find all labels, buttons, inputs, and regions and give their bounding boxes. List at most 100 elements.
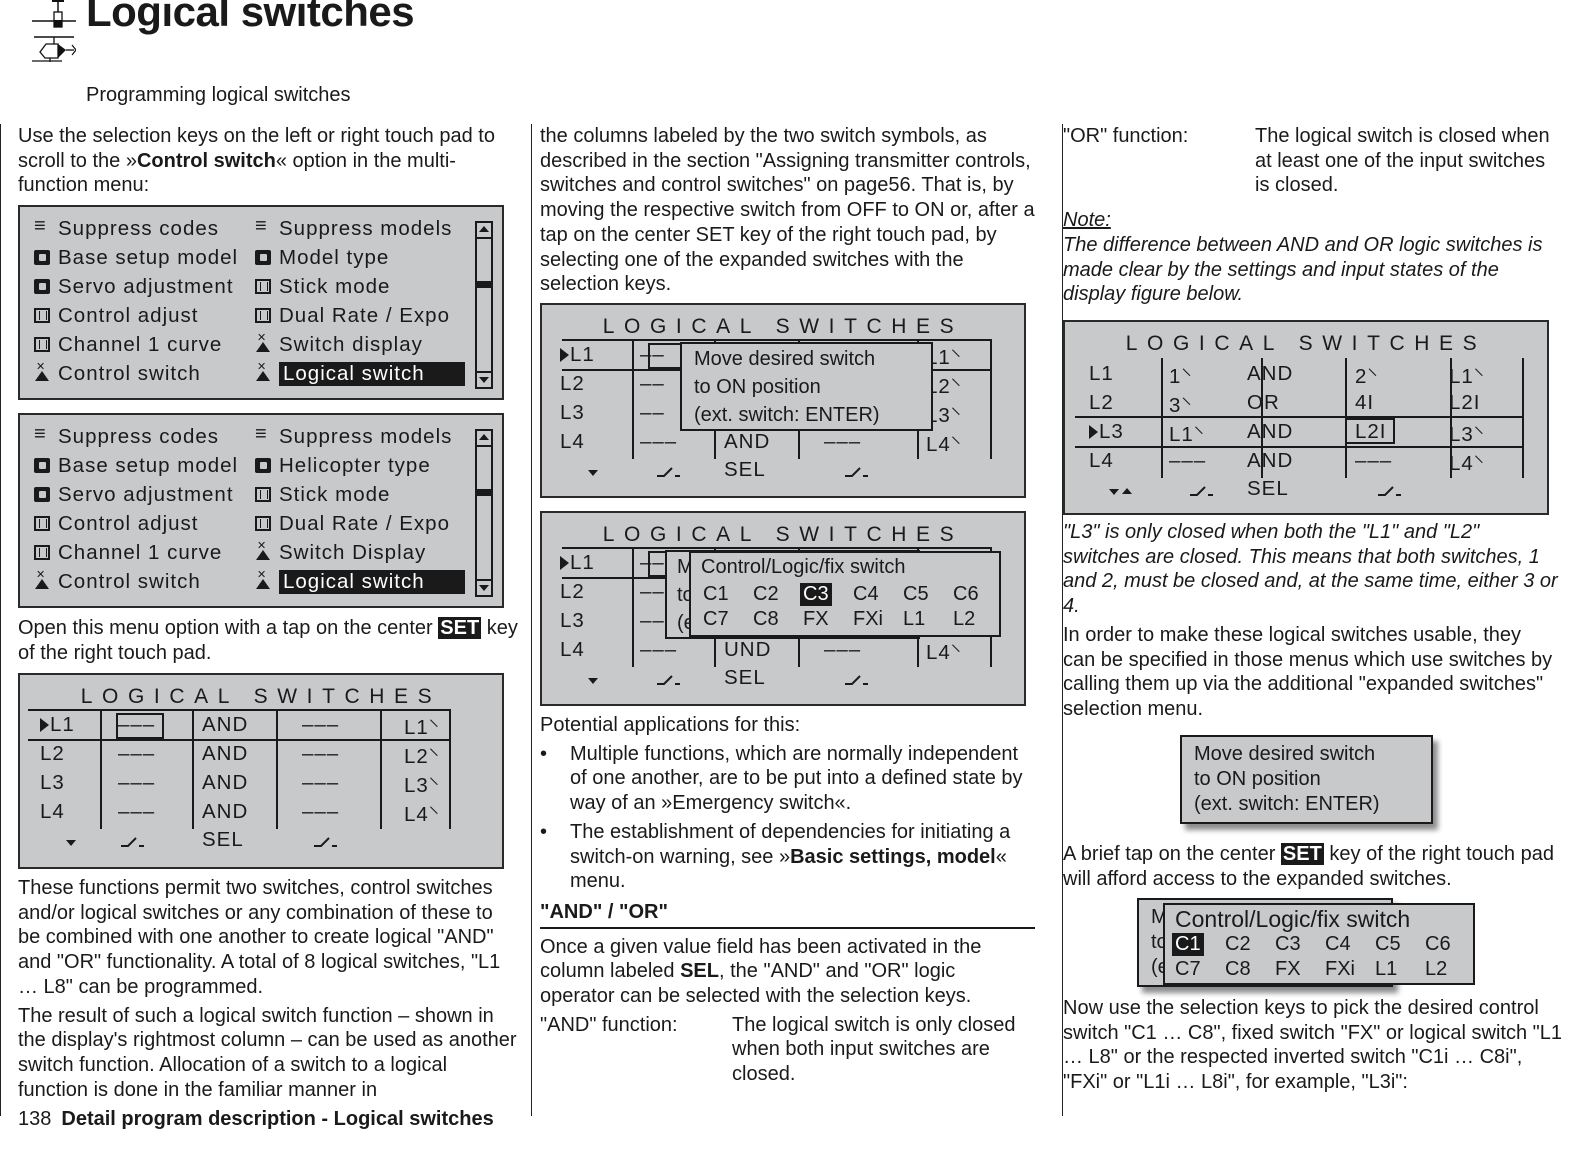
menu-item-model-type[interactable]: Model type [255,246,389,270]
switch-option-c6[interactable]: C6 [953,583,979,606]
logical-switch-row[interactable]: L4 ––– UND ––– L4⸌ [542,638,1024,667]
switch-option-c7[interactable]: C7 [1175,958,1201,981]
input-switch-1[interactable]: –– [640,609,665,633]
switch-option-c1[interactable]: C1 [703,583,729,606]
switch-option-l1[interactable]: L1 [1375,958,1397,981]
menu-item-control-adjust[interactable]: Control adjust [34,512,198,536]
menu-item-suppress-models[interactable]: Suppress models [255,215,452,241]
logical-switch-row[interactable]: L4 ––– AND ––– L4⸌ [1065,449,1547,478]
input-switch-1[interactable]: –– [640,401,665,425]
page-down-arrow-icon[interactable] [66,840,76,846]
menu-item-stick-mode[interactable]: Stick mode [255,275,390,299]
input-switch-1[interactable]: 3⸌ [1169,391,1193,419]
switch-option-c6[interactable]: C6 [1425,933,1451,956]
switch-option-fxi[interactable]: FXi [1325,958,1355,981]
switch-option-c5[interactable]: C5 [1375,933,1401,956]
page-down-arrow-icon[interactable] [588,470,598,476]
operator-value[interactable]: AND [202,800,248,824]
menu-item-control-adjust[interactable]: Control adjust [34,304,198,328]
menu-item-logical-switch[interactable]: Logical switch [255,568,465,594]
switch-option-c8[interactable]: C8 [753,608,779,631]
operator-value[interactable]: AND [724,430,770,454]
input-switch-1[interactable]: ––– [118,800,155,824]
operator-value[interactable]: AND [202,771,248,795]
sel-label[interactable]: SEL [1247,477,1289,501]
switch-option-c1[interactable]: C1 [1172,933,1204,956]
switch-option-fx[interactable]: FX [803,608,829,631]
menu-item-helicopter-type[interactable]: Helicopter type [255,454,431,478]
input-switch-1[interactable]: –– [640,580,665,604]
input-switch-2[interactable]: ––– [824,430,861,454]
switch-option-fx[interactable]: FX [1275,958,1301,981]
output-switch[interactable]: L4⸌ [404,800,440,828]
operator-value[interactable]: AND [1247,362,1293,386]
input-switch-1[interactable]: ––– [640,638,677,662]
switch-option-c5[interactable]: C5 [903,583,929,606]
output-switch[interactable]: L4⸌ [1449,449,1485,477]
input-switch-1[interactable]: –– [640,372,665,396]
switch-option-c2[interactable]: C2 [1225,933,1251,956]
scroll-down-arrow-icon[interactable] [477,579,491,595]
logical-switch-row[interactable]: L3 ––– AND ––– L3⸌ [20,771,502,800]
menu-item-dual-rate-expo[interactable]: Dual Rate / Expo [255,512,450,536]
operator-value[interactable]: UND [724,638,771,662]
input-switch-2[interactable]: ––– [302,742,339,766]
sel-label[interactable]: SEL [724,666,766,690]
scroll-thumb[interactable] [477,489,491,496]
menu-item-switch-display[interactable]: Switch display [255,331,423,357]
output-switch[interactable]: L3⸌ [404,771,440,799]
switch-option-fxi[interactable]: FXi [853,608,883,631]
output-switch[interactable]: L1⸌ [1449,362,1485,390]
operator-value[interactable]: OR [1247,391,1280,415]
output-switch[interactable]: L4⸌ [926,638,962,666]
logical-switch-row[interactable]: L1 ––– AND ––– L1⸌ [20,713,502,742]
menu-item-stick-mode[interactable]: Stick mode [255,483,390,507]
scrollbar[interactable] [475,429,493,597]
logical-switch-row[interactable]: L4 ––– AND ––– L4⸌ [20,800,502,829]
output-switch[interactable]: L2⸌ [404,742,440,770]
input-switch-2[interactable]: 2⸌ [1355,362,1379,390]
scroll-thumb[interactable] [477,281,491,288]
input-switch-1[interactable]: ––– [1169,449,1206,473]
logical-switch-row[interactable]: L1 1⸌ AND 2⸌ L1⸌ [1065,362,1547,391]
menu-item-switch-display[interactable]: Switch Display [255,539,426,565]
menu-item-suppress-models[interactable]: Suppress models [255,423,452,449]
switch-option-c2[interactable]: C2 [753,583,779,606]
output-switch[interactable]: L1⸌ [404,713,440,741]
logical-switch-row[interactable]: L2 ––– AND ––– L2⸌ [20,742,502,771]
output-switch[interactable]: L4⸌ [926,430,962,458]
menu-item-channel-1-curve[interactable]: Channel 1 curve [34,333,222,357]
scroll-up-arrow-icon[interactable] [477,223,491,239]
menu-item-base-setup-model[interactable]: Base setup model [34,454,238,478]
switch-option-c4[interactable]: C4 [853,583,879,606]
operator-value[interactable]: AND [202,713,248,737]
operator-value[interactable]: AND [1247,449,1293,473]
logical-switch-row[interactable]: L4 ––– AND ––– L4⸌ [542,430,1024,459]
logical-switch-row[interactable]: L3 L1⸌ AND L2I L3⸌ [1065,420,1547,449]
scroll-down-arrow-icon[interactable] [477,371,491,387]
scrollbar[interactable] [475,221,493,389]
menu-item-servo-adjustment[interactable]: Servo adjustment [34,275,234,299]
switch-option-c7[interactable]: C7 [703,608,729,631]
input-switch-2[interactable]: ––– [1355,449,1392,473]
page-down-arrow-icon[interactable] [588,678,598,684]
input-switch-1[interactable]: L1⸌ [1169,420,1205,448]
operator-value[interactable]: AND [1247,420,1293,444]
operator-value[interactable]: AND [202,742,248,766]
input-switch-2[interactable]: ––– [302,713,339,737]
input-switch-2[interactable]: 4I [1355,391,1374,415]
switch-option-c3[interactable]: C3 [800,583,832,606]
output-switch[interactable]: L2I [1449,391,1481,415]
logical-switch-row[interactable]: L2 3⸌ OR 4I L2I [1065,391,1547,420]
menu-item-dual-rate-expo[interactable]: Dual Rate / Expo [255,304,450,328]
input-switch-2[interactable]: ––– [302,800,339,824]
output-switch[interactable]: L3⸌ [1449,420,1485,448]
scroll-up-arrow-icon[interactable] [477,431,491,447]
input-switch-1[interactable]: 1⸌ [1169,362,1193,390]
switch-option-c4[interactable]: C4 [1325,933,1351,956]
switch-option-l2[interactable]: L2 [1425,958,1447,981]
input-switch-2[interactable]: ––– [302,771,339,795]
input-switch-2[interactable]: ––– [824,638,861,662]
menu-item-suppress-codes[interactable]: Suppress codes [34,423,219,449]
menu-item-control-switch[interactable]: Control switch [34,568,201,594]
